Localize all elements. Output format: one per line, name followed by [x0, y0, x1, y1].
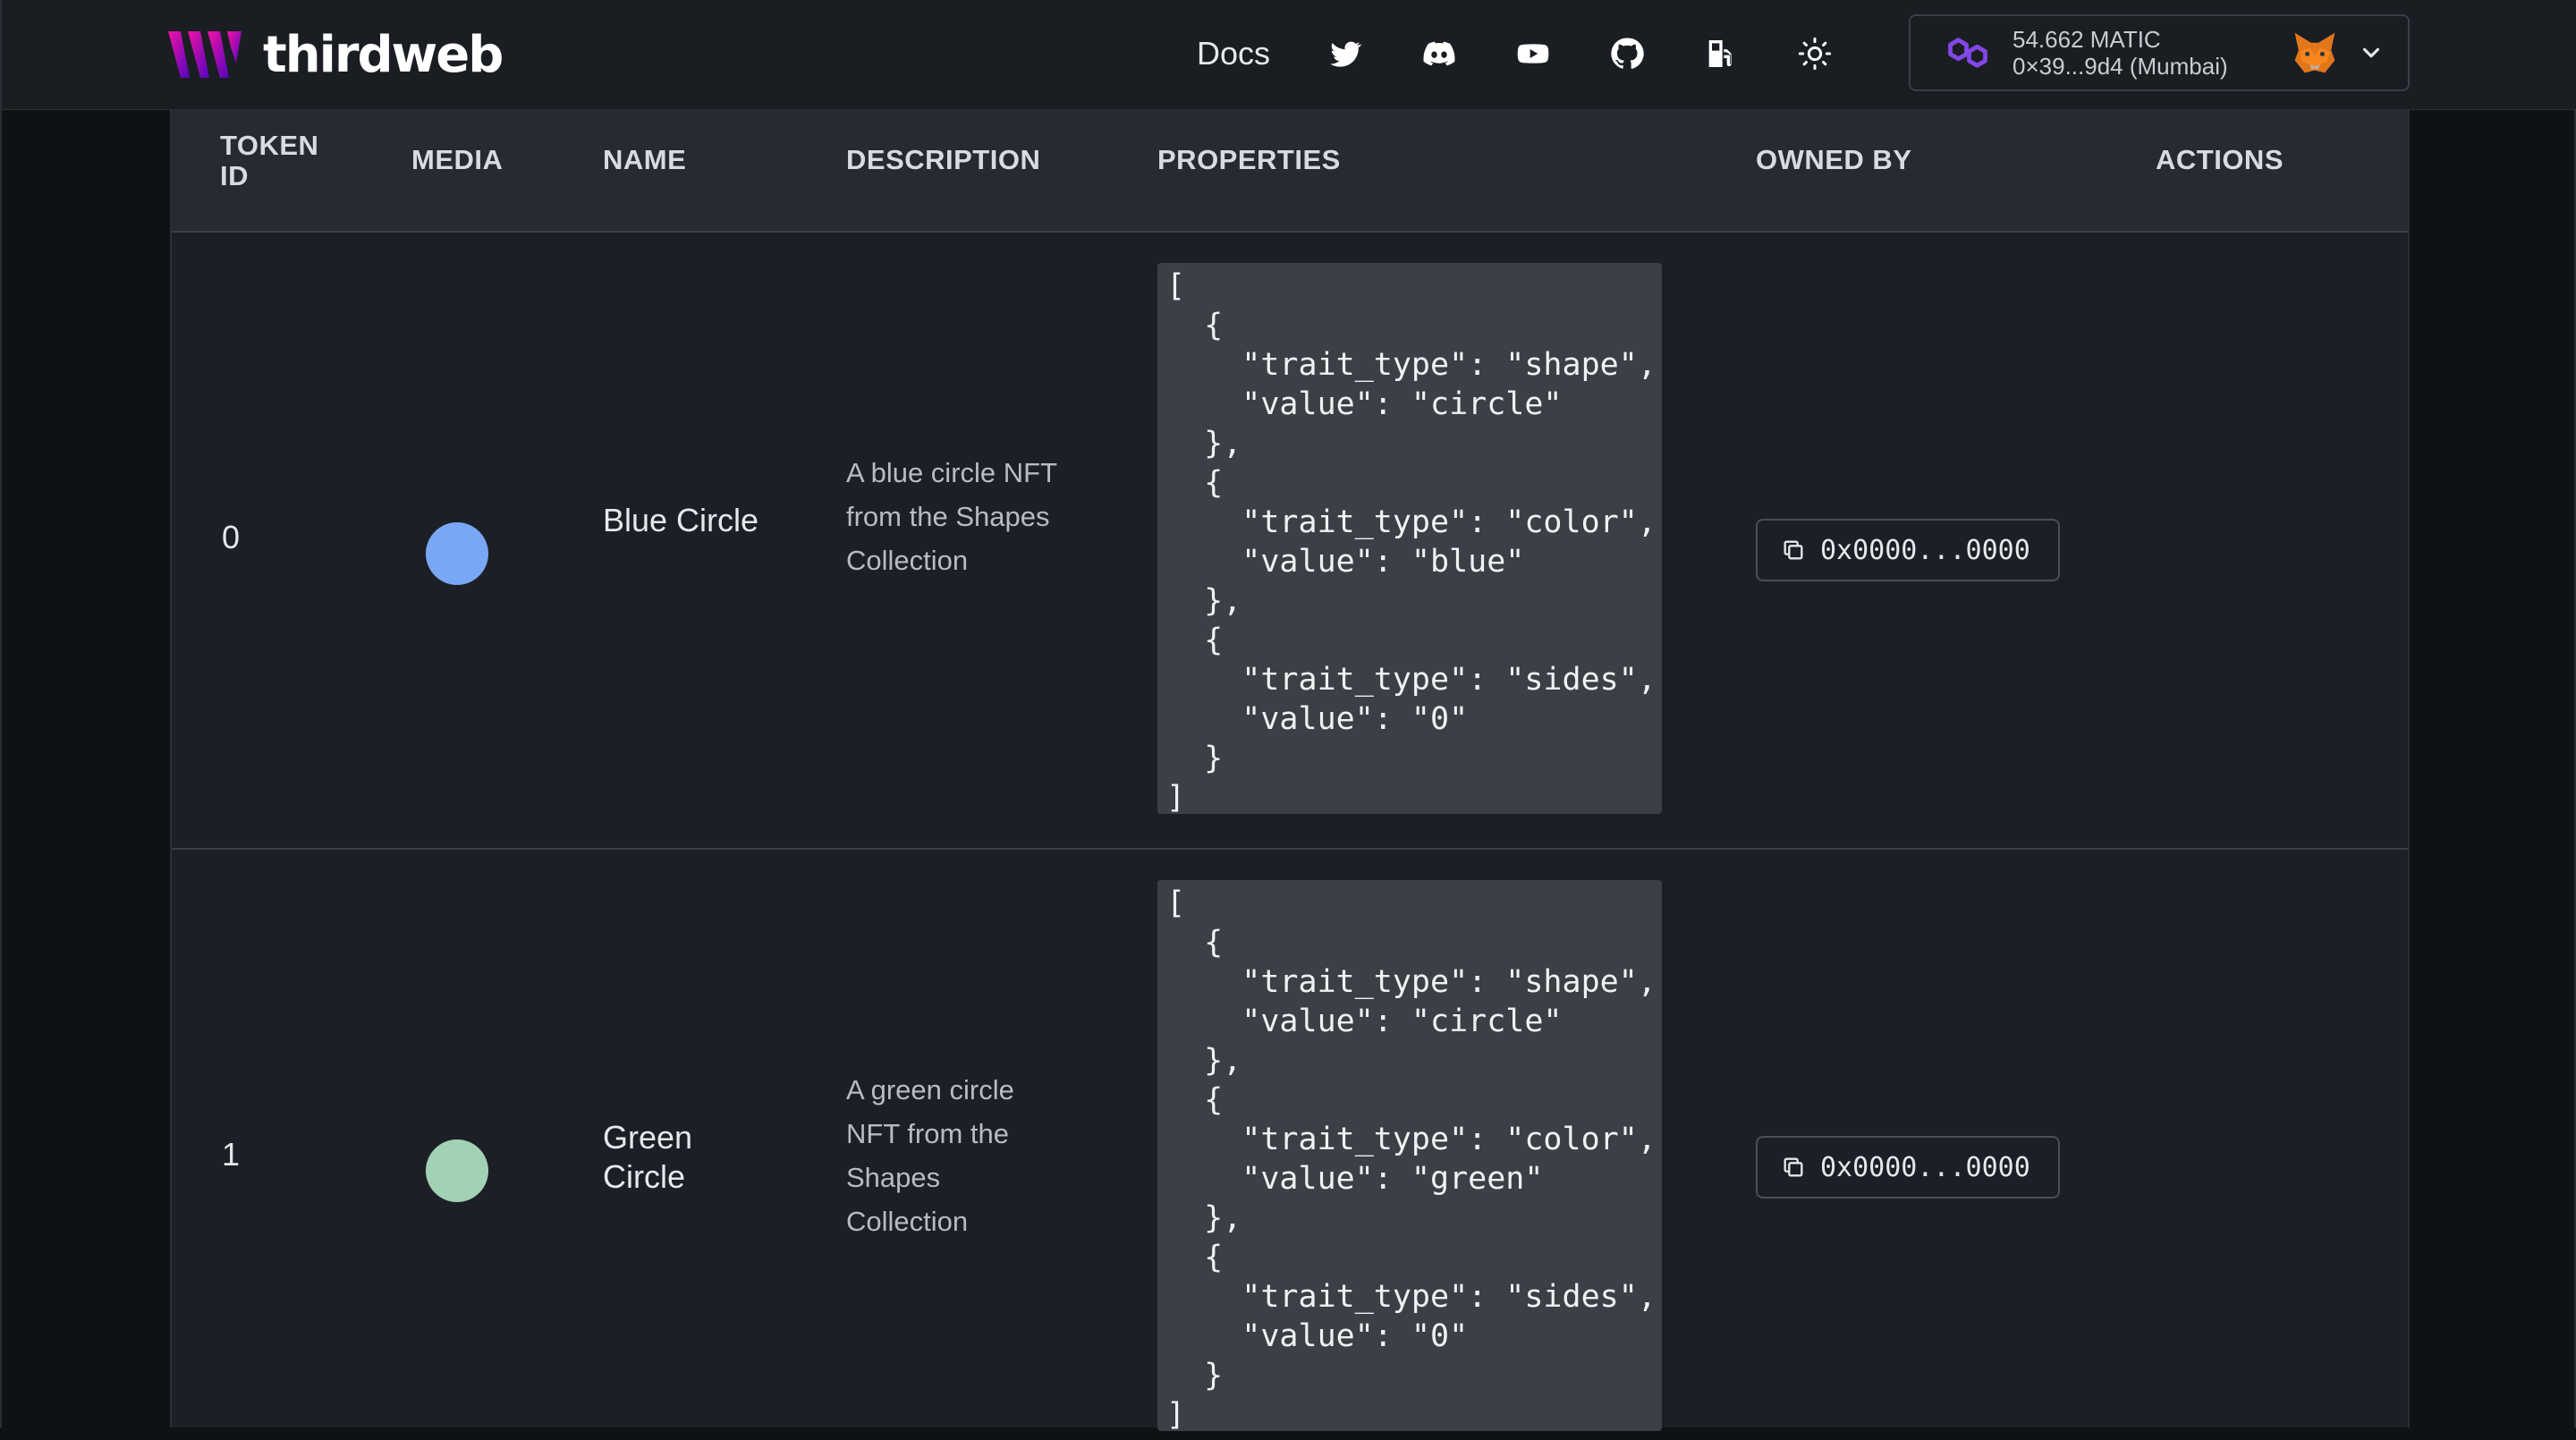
thirdweb-logo[interactable]: thirdweb — [168, 23, 504, 86]
copy-owner-address-button[interactable]: 0x0000...0000 — [1756, 519, 2060, 581]
owner-address: 0x0000...0000 — [1820, 1151, 2030, 1183]
metamask-fox-icon — [2294, 32, 2335, 73]
sun-icon[interactable] — [1795, 34, 1835, 73]
table-header: TOKEN ID MEDIA NAME DESCRIPTION PROPERTI… — [172, 109, 2408, 233]
header-actions: ACTIONS — [2156, 144, 2284, 175]
docs-link[interactable]: Docs — [1197, 35, 1270, 72]
table-row[interactable]: 0 Blue Circle A blue circle NFT from the… — [172, 233, 2408, 850]
chevron-down-icon — [2362, 47, 2380, 58]
wallet-info: 54.662 MATIC 0×39...9d4 (Mumbai) — [2012, 26, 2281, 80]
header-properties: PROPERTIES — [1157, 144, 1341, 175]
nft-name: Blue Circle — [603, 502, 759, 538]
top-nav-bar: thirdweb Docs 54.662 MATIC 0×39...9d4 (M… — [2, 0, 2576, 110]
copy-owner-address-button[interactable]: 0x0000...0000 — [1756, 1136, 2060, 1199]
wallet-connect-button[interactable]: 54.662 MATIC 0×39...9d4 (Mumbai) — [1909, 14, 2410, 91]
gas-pump-icon[interactable] — [1701, 34, 1741, 73]
polygon-icon — [1948, 38, 1987, 68]
header-description: DESCRIPTION — [846, 144, 1041, 175]
table-row[interactable]: 1 Green Circle A green circle NFT from t… — [172, 850, 2408, 1440]
nft-properties: [ { "trait_type": "shape", "value": "cir… — [1157, 880, 1662, 1431]
token-id: 0 — [222, 519, 241, 555]
wallet-balance: 54.662 MATIC — [2012, 26, 2161, 53]
header-nav: Docs — [1197, 0, 1889, 107]
app-frame: thirdweb Docs 54.662 MATIC 0×39...9d4 (M… — [0, 0, 2576, 1431]
media-thumbnail — [426, 1139, 488, 1202]
youtube-icon[interactable] — [1513, 34, 1553, 73]
header-owned-by: OWNED BY — [1756, 144, 1912, 175]
owner-address: 0x0000...0000 — [1820, 534, 2030, 566]
twitter-icon[interactable] — [1326, 34, 1365, 73]
copy-icon — [1784, 1157, 1803, 1177]
token-id: 1 — [222, 1136, 241, 1173]
media-thumbnail — [426, 522, 488, 585]
header-media: MEDIA — [411, 144, 504, 175]
nft-properties: [ { "trait_type": "shape", "value": "cir… — [1157, 263, 1662, 814]
thirdweb-logo-icon — [168, 31, 242, 78]
nft-table: TOKEN ID MEDIA NAME DESCRIPTION PROPERTI… — [170, 109, 2410, 1431]
nft-description: A blue circle NFT from the Shapes Collec… — [846, 457, 1057, 576]
header-token-id: TOKEN ID — [220, 130, 319, 191]
discord-icon[interactable] — [1419, 34, 1459, 73]
github-icon[interactable] — [1607, 34, 1647, 73]
header-name: NAME — [603, 144, 687, 175]
brand-name: thirdweb — [263, 25, 504, 84]
copy-icon — [1784, 540, 1803, 560]
wallet-address: 0×39...9d4 (Mumbai) — [2012, 53, 2228, 80]
nft-description: A green circle NFT from the Shapes Colle… — [846, 1074, 1014, 1237]
nft-name: Green Circle — [603, 1119, 693, 1195]
